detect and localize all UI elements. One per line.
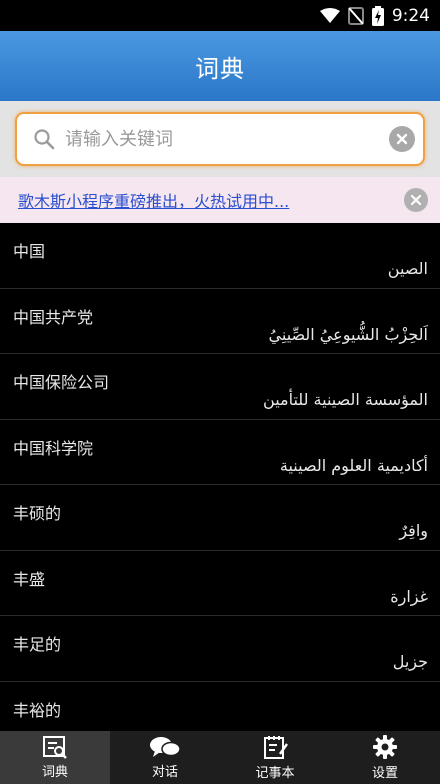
tab-dialogue[interactable]: 对话 bbox=[110, 731, 220, 784]
list-item[interactable]: 丰盛 غزارة bbox=[0, 551, 440, 616]
page-title: 词典 bbox=[195, 54, 245, 83]
list-item[interactable]: 丰足的 جزيل bbox=[0, 616, 440, 682]
entry-chinese: 丰盛 bbox=[13, 569, 46, 589]
entry-chinese: 丰硕的 bbox=[13, 504, 62, 523]
dictionary-icon bbox=[43, 736, 67, 759]
wifi-icon bbox=[319, 7, 340, 23]
close-icon bbox=[410, 194, 422, 206]
tab-settings[interactable]: 设置 bbox=[330, 731, 440, 784]
clear-search-button[interactable] bbox=[389, 126, 415, 152]
list-item[interactable]: 中国保险公司 المؤسسة الصينية للتأمين bbox=[0, 354, 440, 420]
promo-banner: 歌木斯小程序重磅推出，火热试用中... bbox=[0, 177, 440, 223]
entry-chinese: 中国 bbox=[13, 242, 46, 261]
tab-notebook[interactable]: 记事本 bbox=[220, 731, 330, 784]
status-bar: 9:24 bbox=[0, 0, 440, 31]
chat-icon bbox=[150, 737, 181, 757]
no-sim-icon bbox=[347, 6, 364, 25]
notebook-icon bbox=[264, 736, 288, 759]
search-area bbox=[0, 101, 440, 177]
search-box[interactable] bbox=[15, 112, 425, 166]
gear-icon bbox=[373, 735, 397, 759]
search-input[interactable] bbox=[65, 128, 389, 150]
entry-arabic: اَلحِزْبُ الشُّيوعِيُ الصِّينِيُ bbox=[268, 324, 428, 344]
list-item[interactable]: 中国科学院 أكاديمية العلوم الصينية bbox=[0, 420, 440, 485]
entry-arabic: الصين bbox=[387, 259, 428, 278]
entry-chinese: 中国保险公司 bbox=[13, 373, 110, 392]
entry-arabic: غزارة bbox=[390, 586, 428, 606]
battery-charging-icon bbox=[371, 5, 384, 26]
entry-chinese: 中国共产党 bbox=[13, 307, 94, 327]
entry-arabic: جزيل bbox=[392, 652, 428, 671]
entry-arabic: وافِرٌ bbox=[399, 521, 428, 540]
list-item[interactable]: 中国共产党 اَلحِزْبُ الشُّيوعِيُ الصِّينِيُ bbox=[0, 289, 440, 354]
list-item[interactable]: 中国 الصين bbox=[0, 223, 440, 289]
entry-arabic: المؤسسة الصينية للتأمين bbox=[263, 390, 428, 409]
tab-label: 记事本 bbox=[255, 766, 295, 781]
clear-icon bbox=[396, 133, 408, 145]
tab-label: 对话 bbox=[151, 765, 178, 780]
entry-chinese: 中国科学院 bbox=[13, 438, 94, 458]
promo-link[interactable]: 歌木斯小程序重磅推出，火热试用中... bbox=[18, 188, 404, 212]
list-item[interactable]: 丰裕的 bbox=[0, 682, 440, 732]
list-item[interactable]: 丰硕的 وافِرٌ bbox=[0, 485, 440, 551]
bottom-tab-bar: 词典 对话 记事本 设置 bbox=[0, 731, 440, 784]
banner-close-button[interactable] bbox=[404, 188, 428, 212]
entry-chinese: 丰裕的 bbox=[13, 700, 62, 720]
entry-chinese: 丰足的 bbox=[13, 635, 62, 654]
tab-dictionary[interactable]: 词典 bbox=[0, 731, 110, 784]
tab-label: 词典 bbox=[41, 765, 68, 780]
entry-list: 中国 الصين 中国共产党 اَلحِزْبُ الشُّيوعِيُ الص… bbox=[0, 223, 440, 731]
entry-arabic: أكاديمية العلوم الصينية bbox=[279, 455, 428, 475]
status-time: 9:24 bbox=[391, 5, 430, 26]
tab-label: 设置 bbox=[371, 766, 398, 781]
search-icon bbox=[34, 129, 55, 150]
app-header: 词典 bbox=[0, 31, 440, 101]
